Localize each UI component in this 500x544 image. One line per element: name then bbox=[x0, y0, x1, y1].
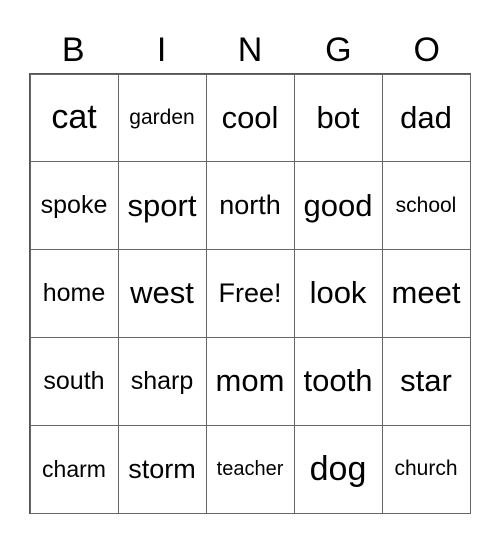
bingo-cell[interactable]: storm bbox=[117, 424, 207, 514]
bingo-cell[interactable]: tooth bbox=[293, 336, 383, 426]
bingo-cell[interactable]: meet bbox=[381, 249, 471, 338]
bingo-cell[interactable]: look bbox=[293, 249, 383, 338]
header-letter-g: G bbox=[325, 31, 352, 69]
bingo-header: B I N G O bbox=[29, 30, 471, 70]
bingo-cell[interactable]: school bbox=[381, 161, 471, 251]
bingo-cell[interactable]: teacher bbox=[205, 424, 295, 514]
bingo-cell[interactable]: bot bbox=[293, 73, 383, 163]
bingo-grid: cat garden cool bot dad spoke sport nort… bbox=[29, 73, 471, 514]
bingo-cell[interactable]: cat bbox=[29, 73, 119, 163]
bingo-cell[interactable]: home bbox=[29, 249, 119, 338]
bingo-cell[interactable]: west bbox=[117, 249, 207, 338]
header-letter-b: B bbox=[61, 31, 85, 69]
bingo-cell[interactable]: dad bbox=[381, 73, 471, 163]
header-letter-o: O bbox=[413, 31, 440, 69]
bingo-cell[interactable]: charm bbox=[29, 424, 119, 514]
bingo-cell[interactable]: church bbox=[381, 424, 471, 514]
bingo-cell[interactable]: good bbox=[293, 161, 383, 251]
bingo-cell[interactable]: garden bbox=[117, 73, 207, 163]
bingo-cell[interactable]: south bbox=[29, 336, 119, 426]
header-letter-i: I bbox=[156, 31, 167, 69]
bingo-cell[interactable]: sport bbox=[117, 161, 207, 251]
free-space-cell[interactable]: Free! bbox=[205, 249, 295, 338]
bingo-cell[interactable]: mom bbox=[205, 336, 295, 426]
bingo-cell[interactable]: cool bbox=[205, 73, 295, 163]
bingo-cell[interactable]: spoke bbox=[29, 161, 119, 251]
bingo-cell[interactable]: star bbox=[381, 336, 471, 426]
header-letter-n: N bbox=[237, 31, 263, 69]
bingo-cell[interactable]: sharp bbox=[117, 336, 207, 426]
bingo-cell[interactable]: north bbox=[205, 161, 295, 251]
bingo-cell[interactable]: dog bbox=[293, 424, 383, 514]
